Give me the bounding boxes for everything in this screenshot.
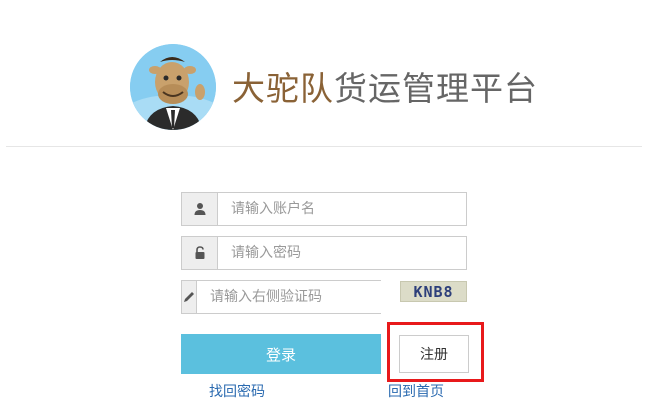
password-group [181, 236, 467, 270]
user-icon [182, 193, 218, 225]
captcha-group [181, 280, 384, 314]
pencil-icon [182, 281, 197, 313]
captcha-image[interactable]: KNB8 [400, 281, 467, 302]
camel-logo [130, 44, 216, 130]
header-divider [6, 146, 642, 147]
captcha-input[interactable] [197, 281, 384, 313]
forgot-password-link[interactable]: 找回密码 [209, 381, 265, 401]
login-button[interactable]: 登录 [181, 334, 381, 374]
page-title: 大驼队货运管理平台 [232, 66, 538, 112]
back-home-link[interactable]: 回到首页 [388, 381, 444, 401]
username-input[interactable] [218, 193, 466, 225]
lock-icon [182, 237, 218, 269]
title-rest: 货运管理平台 [334, 69, 538, 108]
register-button[interactable]: 注册 [399, 335, 469, 373]
captcha-text: KNB8 [413, 282, 454, 301]
title-brand: 大驼队 [232, 69, 334, 108]
username-group [181, 192, 467, 226]
password-input[interactable] [218, 237, 466, 269]
